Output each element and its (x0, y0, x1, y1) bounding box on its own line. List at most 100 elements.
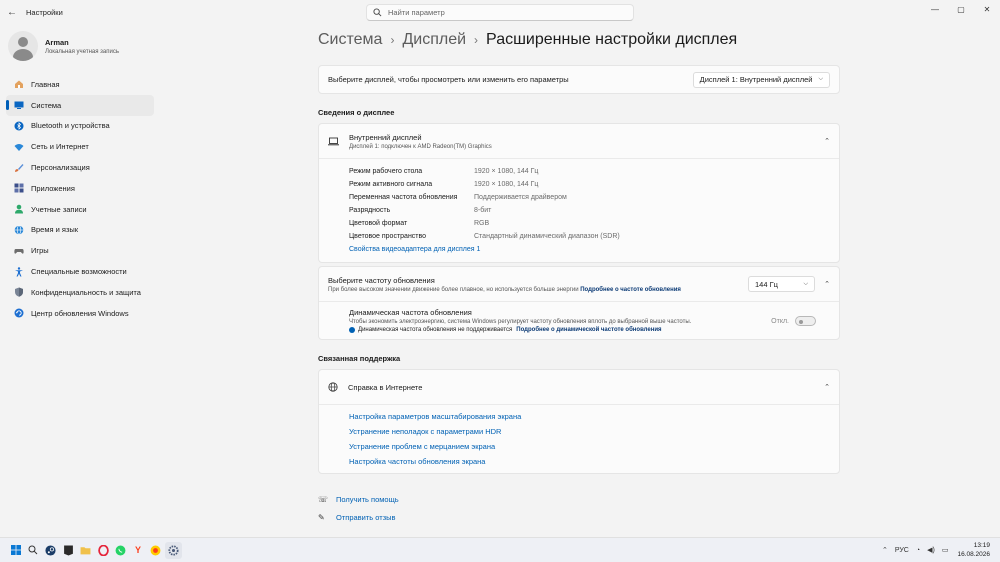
accessibility-icon (14, 266, 24, 277)
back-arrow-icon[interactable]: ← (0, 0, 24, 24)
search-box[interactable]: Найти параметр (366, 4, 634, 21)
help-link-refresh[interactable]: Настройка частоты обновления экрана (349, 454, 839, 469)
battery-icon[interactable]: ▭ (942, 546, 949, 554)
file-explorer-icon[interactable] (77, 542, 94, 559)
display-info-heading: Сведения о дисплее (318, 108, 395, 117)
epic-games-icon[interactable] (60, 542, 77, 559)
refresh-rate-card: Выберите частоту обновления При более вы… (318, 266, 840, 340)
close-icon[interactable]: ✕ (974, 0, 1000, 18)
display-info-header[interactable]: Внутренний дисплей Дисплей 1: подключен … (319, 124, 839, 159)
help-link-flicker[interactable]: Устранение проблем с мерцанием экрана (349, 439, 839, 454)
language-indicator[interactable]: РУС (895, 547, 909, 554)
display-info-card: Внутренний дисплей Дисплей 1: подключен … (318, 123, 840, 263)
property-row: Переменная частота обновления Поддерживае… (349, 191, 839, 204)
breadcrumb-system[interactable]: Система (318, 31, 382, 49)
sidebar-item-home[interactable]: Главная (6, 74, 154, 95)
sidebar: Arman Локальная учетная запись Главная С… (0, 24, 160, 536)
send-feedback-link[interactable]: ✎ Отправить отзыв (318, 508, 840, 526)
dynamic-refresh-link[interactable]: Подробнее о динамической частоте обновле… (516, 327, 661, 333)
sidebar-item-label: Сеть и Интернет (31, 142, 89, 152)
display-name: Внутренний дисплей (349, 132, 422, 142)
avatar (8, 31, 38, 61)
sidebar-item-label: Специальные возможности (31, 267, 127, 277)
related-support-heading: Связанная поддержка (318, 354, 401, 363)
sidebar-item-label: Конфиденциальность и защита (31, 287, 141, 297)
sidebar-item-gaming[interactable]: Игры (6, 240, 154, 261)
globe-icon (14, 225, 24, 235)
clock-date: 16.08.2026 (957, 551, 990, 558)
user-profile[interactable]: Arman Локальная учетная запись (0, 24, 160, 68)
refresh-rate-description: При более высоком значении движение боле… (328, 286, 579, 293)
refresh-rate-dropdown[interactable]: 144 Гц ⌵ (748, 276, 815, 292)
sidebar-item-label: Персонализация (31, 163, 90, 173)
sidebar-item-bluetooth[interactable]: Bluetooth и устройства (6, 116, 154, 137)
maximize-icon[interactable]: ▢ (948, 0, 974, 18)
chevron-up-icon[interactable]: ⌃ (824, 137, 830, 145)
property-value: Стандартный динамический диапазон (SDR) (474, 233, 620, 240)
help-link-hdr[interactable]: Устранение неполадок с параметрами HDR (349, 424, 839, 439)
chevron-up-icon[interactable]: ⌃ (882, 546, 888, 554)
property-value: Поддерживается драйвером (474, 194, 567, 201)
refresh-rate-value: 144 Гц (755, 279, 778, 289)
sidebar-item-network[interactable]: Сеть и Интернет (6, 136, 154, 157)
refresh-rate-subtitle: При более высоком значении движение боле… (328, 287, 681, 293)
sidebar-item-accessibility[interactable]: Специальные возможности (6, 261, 154, 282)
sidebar-item-system[interactable]: Система (6, 94, 154, 116)
sidebar-item-accounts[interactable]: Учетные записи (6, 199, 154, 220)
sidebar-item-windows-update[interactable]: Центр обновления Windows (6, 303, 154, 324)
display-dropdown-value: Дисплей 1: Внутренний дисплей (699, 75, 813, 84)
sidebar-item-apps[interactable]: Приложения (6, 178, 154, 199)
property-value: 1920 × 1080, 144 Гц (474, 181, 539, 188)
sidebar-item-privacy[interactable]: Конфиденциальность и защита (6, 282, 154, 303)
person-icon (14, 204, 24, 214)
help-header[interactable]: Справка в Интернете ⌃ (319, 370, 839, 405)
property-row: Разрядность 8-бит (349, 204, 839, 217)
display-selector-label: Выберите дисплей, чтобы просмотреть или … (328, 75, 569, 84)
title-bar: ← Настройки Найти параметр — ▢ ✕ (0, 0, 1000, 24)
breadcrumb-display[interactable]: Дисплей (402, 31, 466, 49)
get-help-label: Получить помощь (336, 494, 399, 504)
chevron-up-icon[interactable]: ⌃ (824, 280, 830, 288)
property-value: 8-бит (474, 207, 492, 214)
property-key: Переменная частота обновления (349, 194, 458, 201)
refresh-rate-title: Выберите частоту обновления (328, 275, 435, 285)
wifi-icon[interactable]: ◔ (916, 547, 920, 554)
volume-icon[interactable]: ◀) (927, 546, 935, 554)
property-row: Режим рабочего стола 1920 × 1080, 144 Гц (349, 165, 839, 178)
feedback-icon: ✎ (318, 512, 325, 522)
display-properties: Режим рабочего стола 1920 × 1080, 144 Гц … (319, 159, 839, 262)
yandex-browser-icon[interactable] (147, 542, 164, 559)
refresh-rate-header: Выберите частоту обновления При более вы… (319, 267, 839, 302)
property-value: 1920 × 1080, 144 Гц (474, 168, 539, 175)
sidebar-item-time-language[interactable]: Время и язык (6, 220, 154, 241)
adapter-link-row: Свойства видеоадаптера для дисплея 1 (349, 243, 839, 256)
taskbar: Y ⌃ РУС ◔ ◀) ▭ 13:19 16.08.2026 (0, 537, 1000, 562)
get-help-link[interactable]: ☏ Получить помощь (318, 490, 840, 508)
settings-icon[interactable] (164, 541, 182, 559)
whatsapp-icon[interactable] (112, 542, 129, 559)
opera-gx-icon[interactable] (95, 542, 112, 559)
minimize-icon[interactable]: — (922, 0, 948, 18)
dynamic-refresh-toggle[interactable] (795, 316, 816, 326)
property-row: Цветовое пространство Стандартный динамич… (349, 230, 839, 243)
clock[interactable]: 13:19 16.08.2026 (957, 541, 990, 559)
steam-icon[interactable] (42, 542, 59, 559)
chevron-up-icon[interactable]: ⌃ (824, 383, 830, 391)
page-title: Расширенные настройки дисплея (486, 31, 738, 48)
help-links: Настройка параметров масштабирования экр… (319, 405, 839, 473)
help-link-scaling[interactable]: Настройка параметров масштабирования экр… (349, 409, 839, 424)
breadcrumb-separator: › (474, 33, 479, 47)
help-title: Справка в Интернете (348, 382, 423, 392)
search-icon[interactable] (25, 542, 42, 559)
adapter-properties-link[interactable]: Свойства видеоадаптера для дисплея 1 (349, 246, 480, 253)
dynamic-refresh-status: Динамическая частота обновления не подде… (358, 327, 513, 333)
sidebar-item-label: Bluetooth и устройства (31, 121, 110, 131)
refresh-rate-more-link[interactable]: Подробнее о частоте обновления (580, 287, 681, 293)
window-controls: — ▢ ✕ (922, 0, 1000, 18)
sidebar-item-label: Центр обновления Windows (31, 308, 129, 318)
display-dropdown[interactable]: Дисплей 1: Внутренний дисплей ⌵ (692, 71, 830, 88)
yandex-icon[interactable]: Y (130, 542, 147, 559)
start-icon[interactable] (7, 542, 24, 559)
sidebar-item-personalization[interactable]: Персонализация (6, 157, 154, 178)
monitor-icon (14, 100, 24, 110)
